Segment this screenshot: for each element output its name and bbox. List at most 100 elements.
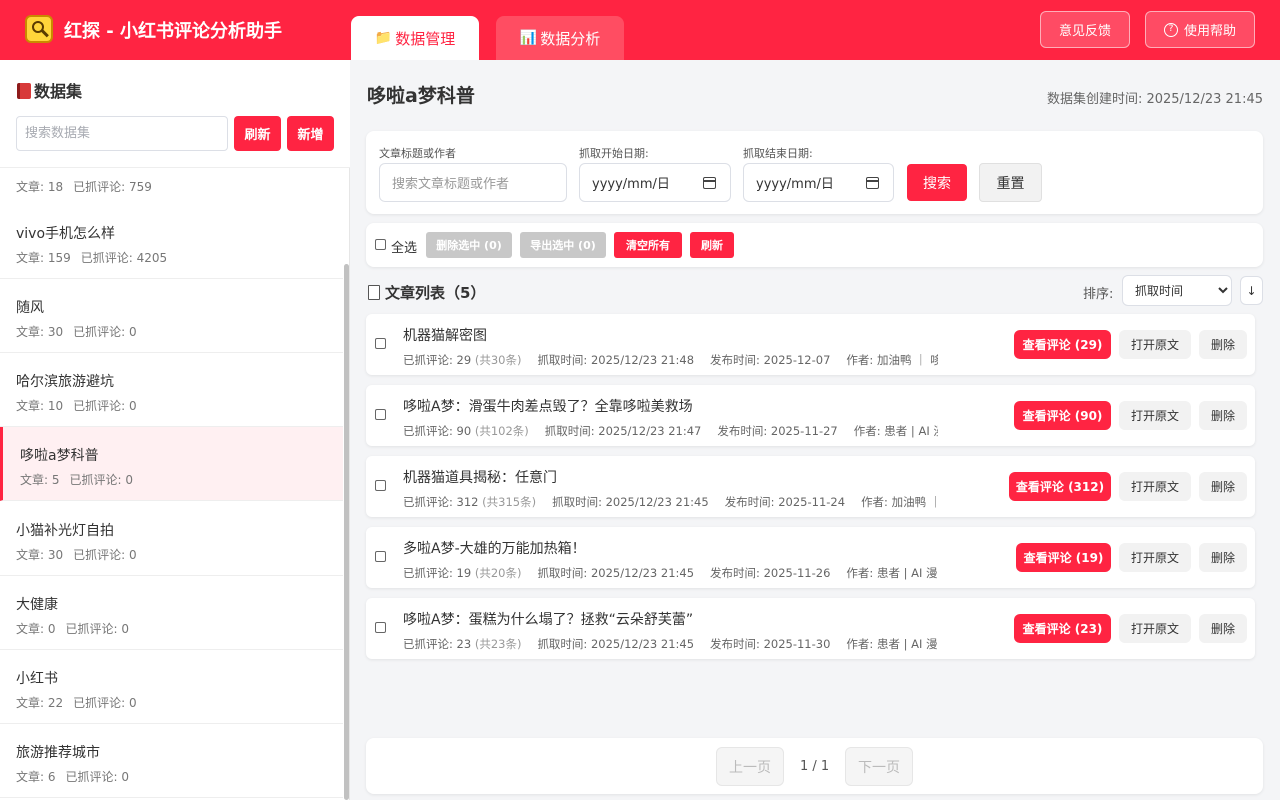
view-comments-button[interactable]: 查看评论 (312) (1009, 472, 1111, 501)
next-page-button[interactable]: 下一页 (845, 747, 913, 786)
total-count: (共23条) (474, 637, 522, 651)
article-author: 作者: 加油鸭 ｜ 哆... (846, 353, 938, 367)
help-button[interactable]: ? 使用帮助 (1145, 11, 1255, 48)
select-all-label[interactable]: 全选 (391, 237, 417, 256)
tab-data-analysis[interactable]: 📊 数据分析 (496, 16, 624, 60)
sort-direction-button[interactable]: ↓ (1240, 276, 1263, 305)
article-meta: 已抓评论: 29 (共30条) 抓取时间: 2025/12/23 21:48 发布时… (403, 352, 938, 368)
start-date-label: 抓取开始日期: (579, 147, 649, 160)
dataset-item[interactable]: 旅游推荐城市 文章: 6 已抓评论: 0 (0, 724, 343, 798)
reset-button[interactable]: 重置 (979, 163, 1042, 202)
dataset-article-count: 文章: 5 (20, 473, 60, 487)
article-meta: 已抓评论: 19 (共20条) 抓取时间: 2025/12/23 21:45 发布时… (403, 565, 938, 581)
dataset-search-input[interactable] (16, 116, 228, 151)
open-original-button[interactable]: 打开原文 (1119, 614, 1191, 643)
dataset-comment-count: 已抓评论: 0 (73, 696, 137, 710)
sidebar-header: 数据集 刷新 新增 (0, 60, 350, 168)
view-comments-button[interactable]: 查看评论 (23) (1014, 614, 1111, 643)
delete-selected-button[interactable]: 删除选中 (0) (426, 232, 512, 258)
dataset-item[interactable]: 哈尔滨旅游避坑 文章: 10 已抓评论: 0 (0, 353, 343, 427)
crawl-time: 抓取时间: 2025/12/23 21:45 (537, 637, 695, 651)
view-comments-button[interactable]: 查看评论 (29) (1014, 330, 1111, 359)
dataset-item[interactable]: 大健康 文章: 0 已抓评论: 0 (0, 576, 343, 650)
export-selected-button[interactable]: 导出选中 (0) (520, 232, 606, 258)
calendar-icon[interactable] (703, 177, 716, 189)
dataset-article-count: 文章: 10 (16, 399, 64, 413)
dataset-name: 小红书 (16, 671, 58, 687)
dataset-item-active[interactable]: 哆啦a梦科普 文章: 5 已抓评论: 0 (0, 427, 343, 501)
tab-data-management[interactable]: 📁 数据管理 (351, 16, 479, 60)
article-checkbox[interactable] (375, 551, 386, 562)
prev-page-button[interactable]: 上一页 (716, 747, 784, 786)
end-date-input[interactable]: yyyy/mm/日 (743, 163, 894, 202)
question-circle-icon: ? (1163, 22, 1178, 37)
article-list-title-text: 文章列表（5） (385, 284, 486, 302)
open-original-button[interactable]: 打开原文 (1119, 472, 1191, 501)
page-info: 1 / 1 (800, 759, 830, 774)
article-row: 机器猫道具揭秘：任意门 已抓评论: 312 (共315条) 抓取时间: 2025/… (366, 456, 1255, 517)
dataset-name: 哆啦a梦科普 (20, 448, 99, 464)
view-comments-button[interactable]: 查看评论 (19) (1016, 543, 1111, 572)
article-title: 哆啦A梦：蛋糕为什么塌了？拯救“云朵舒芙蕾” (403, 612, 694, 628)
crawl-time: 抓取时间: 2025/12/23 21:48 (537, 353, 695, 367)
dataset-meta: 文章: 30 已抓评论: 0 (16, 323, 137, 340)
article-author: 作者: 患者 | AI 漫... (846, 637, 938, 651)
app-title: 红探 - 小红书评论分析助手 (64, 21, 283, 42)
fetched-count: 已抓评论: 19 (403, 566, 472, 580)
feedback-button[interactable]: 意见反馈 (1040, 11, 1130, 48)
start-date-value: yyyy/mm/日 (592, 177, 670, 192)
view-comments-button[interactable]: 查看评论 (90) (1014, 401, 1111, 430)
keyword-label: 文章标题或作者 (379, 147, 456, 160)
dataset-meta: 文章: 0 已抓评论: 0 (16, 620, 129, 637)
dataset-name: 小猫补光灯自拍 (16, 523, 114, 539)
article-checkbox[interactable] (375, 480, 386, 491)
open-original-button[interactable]: 打开原文 (1119, 330, 1191, 359)
fetched-count: 已抓评论: 29 (403, 353, 472, 367)
dataset-comment-count: 已抓评论: 4205 (80, 251, 168, 265)
article-checkbox[interactable] (375, 338, 386, 349)
publish-time: 发布时间: 2025-12-07 (710, 353, 831, 367)
article-row: 哆啦A梦：蛋糕为什么塌了？拯救“云朵舒芙蕾” 已抓评论: 23 (共23条) 抓取… (366, 598, 1255, 659)
total-count: (共20条) (474, 566, 522, 580)
dataset-item[interactable]: vivo手机怎么样 文章: 159 已抓评论: 4205 (0, 205, 343, 279)
calendar-icon[interactable] (866, 177, 879, 189)
open-original-button[interactable]: 打开原文 (1119, 401, 1191, 430)
sort-select[interactable]: 抓取时间 (1122, 275, 1232, 306)
keyword-search-input[interactable]: 搜索文章标题或作者 (379, 163, 567, 202)
dataset-name: 随风 (16, 300, 44, 316)
article-checkbox[interactable] (375, 622, 386, 633)
dataset-created-time: 数据集创建时间: 2025/12/23 21:45 (1046, 92, 1263, 107)
dataset-meta: 文章: 159 已抓评论: 4205 (16, 249, 167, 266)
search-button[interactable]: 搜索 (907, 164, 967, 201)
book-icon (17, 83, 31, 99)
open-original-button[interactable]: 打开原文 (1119, 543, 1191, 572)
delete-article-button[interactable]: 删除 (1199, 330, 1247, 359)
start-date-input[interactable]: yyyy/mm/日 (579, 163, 731, 202)
dataset-article-count: 文章: 30 (16, 548, 64, 562)
dataset-item[interactable]: 随风 文章: 30 已抓评论: 0 (0, 279, 343, 353)
clear-all-button[interactable]: 清空所有 (614, 232, 682, 258)
dataset-item[interactable]: 文章: 18 已抓评论: 759 (0, 168, 343, 208)
sidebar-scrollbar[interactable] (344, 264, 349, 800)
tab-label: 数据管理 (395, 29, 456, 48)
delete-article-button[interactable]: 删除 (1199, 543, 1247, 572)
list-refresh-button[interactable]: 刷新 (690, 232, 734, 258)
delete-article-button[interactable]: 删除 (1199, 614, 1247, 643)
dataset-comment-count: 已抓评论: 0 (73, 399, 137, 413)
delete-article-button[interactable]: 删除 (1199, 472, 1247, 501)
fetched-count: 已抓评论: 23 (403, 637, 472, 651)
dataset-comment-count: 已抓评论: 0 (65, 622, 130, 636)
dataset-sidebar: 数据集 刷新 新增 文章: 18 已抓评论: 759 vivo手机怎么样 文章: … (0, 60, 350, 800)
article-author: 作者: 患者 | AI 漫... (853, 424, 938, 438)
dataset-article-count: 文章: 0 (16, 622, 56, 636)
article-checkbox[interactable] (375, 409, 386, 420)
publish-time: 发布时间: 2025-11-27 (717, 424, 838, 438)
dataset-item[interactable]: 小猫补光灯自拍 文章: 30 已抓评论: 0 (0, 502, 343, 576)
sidebar-title: 数据集 (17, 78, 82, 102)
delete-article-button[interactable]: 删除 (1199, 401, 1247, 430)
dataset-new-button[interactable]: 新增 (287, 116, 334, 151)
dataset-item[interactable]: 小红书 文章: 22 已抓评论: 0 (0, 650, 343, 724)
article-title: 哆啦A梦：滑蛋牛肉差点毁了？全靠哆啦美救场 (403, 399, 693, 415)
select-all-checkbox[interactable] (375, 239, 386, 250)
dataset-refresh-button[interactable]: 刷新 (234, 116, 281, 151)
